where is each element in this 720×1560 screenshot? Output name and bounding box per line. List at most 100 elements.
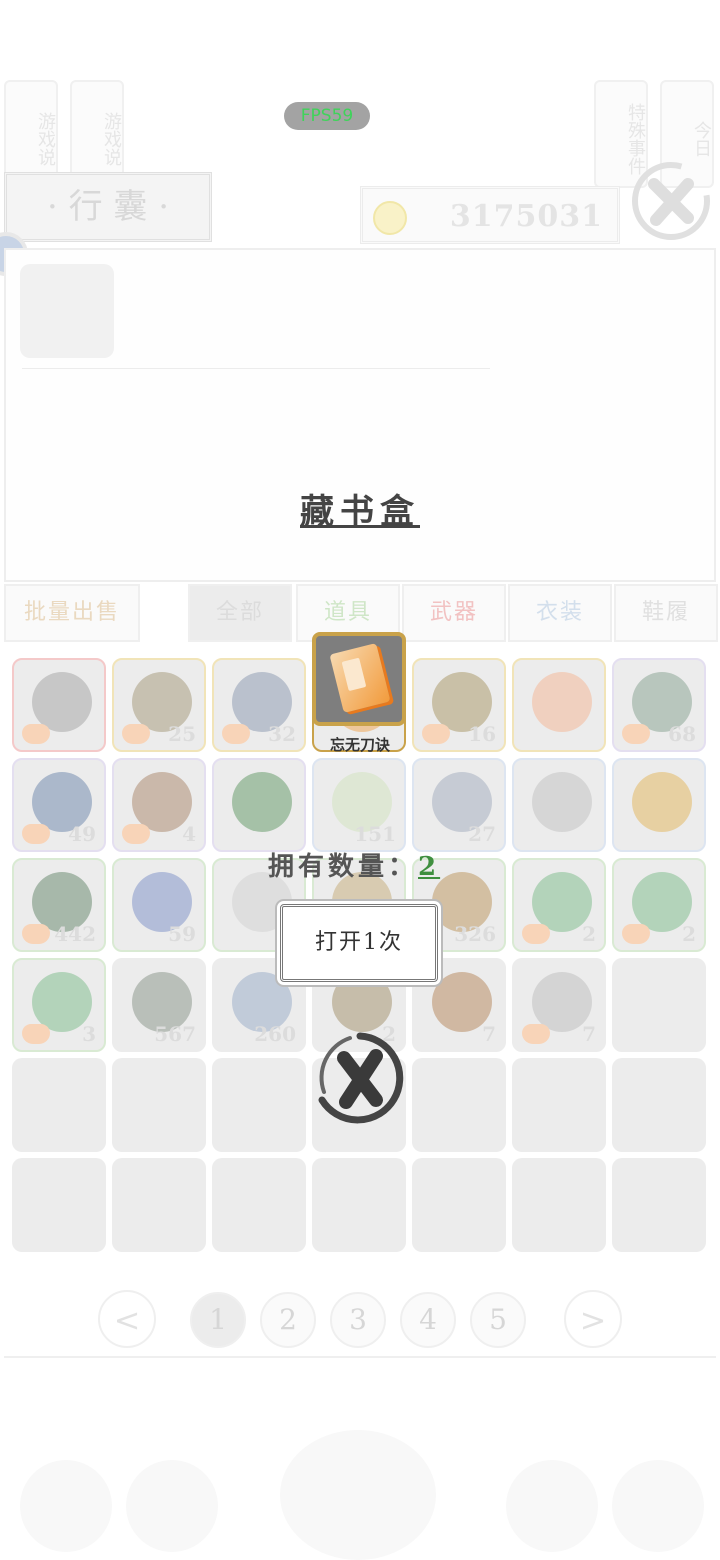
owned-count-row: 拥有数量：2 [268, 846, 440, 883]
tab-props-label: 道具 [323, 600, 372, 625]
inventory-slot[interactable] [512, 1158, 606, 1252]
item-icon [232, 772, 292, 832]
bound-item-icon [522, 924, 550, 944]
tab-bulk-sell-label: 批量出售 [23, 600, 120, 625]
bottom-nav-item-1-icon[interactable] [20, 1460, 112, 1552]
bound-item-icon [22, 824, 50, 844]
page-1-button[interactable]: 1 [190, 1292, 246, 1348]
pagination: < 1 2 3 4 5 > [0, 1290, 720, 1350]
bound-item-icon [622, 924, 650, 944]
book-icon [329, 643, 391, 713]
bottom-nav-main-icon[interactable] [280, 1430, 436, 1560]
page-4-button[interactable]: 4 [400, 1292, 456, 1348]
item-icon [532, 672, 592, 732]
inventory-slot[interactable] [212, 758, 306, 852]
inventory-slot[interactable] [412, 1058, 506, 1152]
item-count: 32 [268, 722, 296, 746]
inventory-slot[interactable]: 25 [112, 658, 206, 752]
selected-item-label: 忘无刀诀 [329, 736, 390, 754]
bound-item-icon [22, 1024, 50, 1044]
owned-count-label: 拥有数量： [268, 852, 419, 882]
item-icon [532, 772, 592, 832]
bound-item-icon [122, 724, 150, 744]
bottom-nav-item-5-icon[interactable] [612, 1460, 704, 1552]
inventory-slot[interactable] [612, 758, 706, 852]
inventory-slot[interactable]: 49 [12, 758, 106, 852]
inventory-slot[interactable] [612, 1058, 706, 1152]
tab-all[interactable]: 全部 [188, 584, 292, 642]
coin-amount: 3175031 [449, 199, 603, 234]
inventory-slot[interactable]: 3 [12, 958, 106, 1052]
item-count: 151 [354, 822, 396, 846]
open-once-button[interactable]: 打开1次 [280, 904, 438, 982]
item-count: 25 [168, 722, 196, 746]
selected-item-slot[interactable] [312, 632, 406, 726]
item-count: 7 [482, 1022, 496, 1046]
inventory-slot[interactable] [112, 1158, 206, 1252]
inventory-slot[interactable]: 2 [612, 858, 706, 952]
inventory-slot[interactable] [212, 1158, 306, 1252]
item-count: 260 [254, 1022, 296, 1046]
inventory-slot[interactable] [512, 758, 606, 852]
bound-item-icon [422, 724, 450, 744]
item-icon [32, 672, 92, 732]
page-3-button[interactable]: 3 [330, 1292, 386, 1348]
inventory-slot[interactable] [12, 1158, 106, 1252]
inventory-slot[interactable] [12, 658, 106, 752]
inventory-slot[interactable]: 567 [112, 958, 206, 1052]
item-count: 567 [154, 1022, 196, 1046]
tab-bulk-sell[interactable]: 批量出售 [4, 584, 140, 642]
inventory-slot[interactable]: 59 [112, 858, 206, 952]
page-2-button[interactable]: 2 [260, 1292, 316, 1348]
inventory-slot[interactable]: 27 [412, 758, 506, 852]
bottom-nav-item-4-icon[interactable] [506, 1460, 598, 1552]
prev-page-button[interactable]: < [98, 1290, 156, 1348]
page-5-button[interactable]: 5 [470, 1292, 526, 1348]
inventory-slot[interactable]: 2 [512, 858, 606, 952]
item-thumbnail [20, 264, 114, 358]
tab-weapons[interactable]: 武器 [402, 584, 506, 642]
inventory-slot[interactable] [12, 1058, 106, 1152]
inventory-slot[interactable] [612, 1158, 706, 1252]
bottom-nav-item-2-icon[interactable] [126, 1460, 218, 1552]
item-count: 16 [468, 722, 496, 746]
bound-item-icon [622, 724, 650, 744]
inventory-slot[interactable] [212, 1058, 306, 1152]
inventory-slot[interactable]: 4 [112, 758, 206, 852]
item-count: 27 [468, 822, 496, 846]
item-count: 3 [82, 1022, 96, 1046]
coin-display: 3175031 [360, 186, 620, 244]
item-icon [632, 772, 692, 832]
close-inventory-icon[interactable] [628, 160, 714, 242]
item-count: 68 [668, 722, 696, 746]
inventory-slot[interactable] [512, 1058, 606, 1152]
inventory-slot[interactable]: 32 [212, 658, 306, 752]
bound-item-icon [222, 724, 250, 744]
tab-shoes[interactable]: 鞋履 [614, 584, 718, 642]
close-popup-icon[interactable] [310, 1030, 410, 1126]
inventory-title: · 行 囊 · [4, 172, 212, 242]
inventory-slot[interactable] [512, 658, 606, 752]
inventory-slot[interactable] [612, 958, 706, 1052]
next-page-button[interactable]: > [564, 1290, 622, 1348]
item-count: 7 [582, 1022, 596, 1046]
divider [22, 368, 490, 369]
inventory-slot[interactable]: 68 [612, 658, 706, 752]
inventory-slot[interactable]: 7 [512, 958, 606, 1052]
tab-all-label: 全部 [215, 600, 264, 625]
panel-bottom-border [4, 1356, 716, 1358]
inventory-slot[interactable] [112, 1058, 206, 1152]
tab-weapons-label: 武器 [429, 600, 478, 625]
item-count: 442 [54, 922, 96, 946]
bound-item-icon [522, 1024, 550, 1044]
item-count: 2 [682, 922, 696, 946]
inventory-slot[interactable]: 16 [412, 658, 506, 752]
inventory-slot[interactable]: 151 [312, 758, 406, 852]
inventory-slot[interactable]: 442 [12, 858, 106, 952]
inventory-slot[interactable] [412, 1158, 506, 1252]
inventory-slot[interactable] [312, 1158, 406, 1252]
tab-clothing[interactable]: 衣装 [508, 584, 612, 642]
tab-clothing-label: 衣装 [535, 600, 584, 625]
tab-shoes-label: 鞋履 [641, 600, 690, 625]
bound-item-icon [122, 824, 150, 844]
